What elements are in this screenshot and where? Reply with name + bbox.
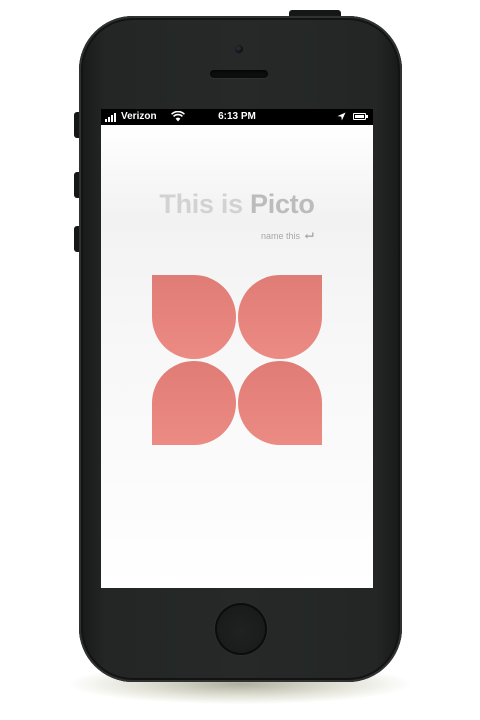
- phone-screen: Verizon 6:13 PM This is Picto name this: [101, 109, 373, 588]
- battery-icon: [353, 113, 368, 120]
- status-time: 6:13 PM: [218, 111, 256, 122]
- title-brand: Picto: [250, 189, 315, 219]
- logo-petal-top-left: [152, 275, 236, 359]
- name-this-button[interactable]: name this: [261, 231, 314, 241]
- logo-petal-bottom-left: [152, 361, 236, 445]
- title-prefix: This is: [159, 189, 251, 219]
- device-mockup: Verizon 6:13 PM This is Picto name this: [0, 0, 480, 720]
- front-camera: [235, 45, 243, 53]
- status-bar: Verizon 6:13 PM: [101, 109, 373, 125]
- app-screen: This is Picto name this: [101, 125, 373, 588]
- logo-petal-bottom-right: [238, 361, 322, 445]
- picto-logo: [152, 275, 322, 445]
- page-title: This is Picto: [101, 189, 373, 220]
- phone-body: Verizon 6:13 PM This is Picto name this: [79, 16, 402, 682]
- name-this-label: name this: [261, 231, 301, 241]
- logo-petal-top-right: [238, 275, 322, 359]
- earpiece-speaker: [210, 70, 268, 78]
- home-button[interactable]: [215, 603, 267, 655]
- location-arrow-icon: [337, 112, 346, 121]
- return-arrow-icon: [304, 232, 314, 239]
